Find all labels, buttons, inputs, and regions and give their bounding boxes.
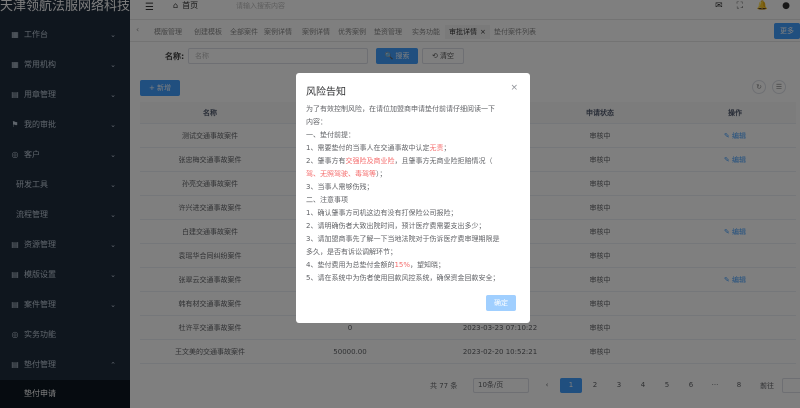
- notice-text: 2、请明确伤者大致出院时间，预计医疗费需要支出多少；: [306, 222, 486, 230]
- notice-line: 3、请加盟商事先了解一下当地法院对于伤诉医疗费审理期限是: [306, 233, 522, 246]
- highlight-text: 无责: [429, 144, 444, 152]
- notice-text: 1、需要垫付的当事人在交通事故中认定: [306, 144, 430, 152]
- notice-text: ，望知晓；: [410, 261, 446, 269]
- notice-line: 多久，是否有诉讼调解环节；: [306, 246, 522, 259]
- notice-text: 2、肇事方有: [306, 157, 346, 165]
- notice-text: 3、请加盟商事先了解一下当地法院对于伤诉医疗费审理期限是: [306, 235, 500, 243]
- notice-line: 驾、无照驾驶、毒驾等）；: [306, 168, 522, 181]
- notice-line: 内容：: [306, 116, 522, 129]
- notice-text: 5、请在系统中为伤者使用回款风控系统，确保资金回款安全；: [306, 274, 500, 282]
- highlight-text: 驾、无照驾驶、毒驾等: [306, 170, 376, 178]
- notice-text: 多久，是否有诉讼调解环节；: [306, 248, 397, 256]
- notice-text: 内容：: [306, 118, 327, 126]
- confirm-button[interactable]: 确定: [486, 295, 516, 311]
- notice-line: 1、需要垫付的当事人在交通事故中认定无责；: [306, 142, 522, 155]
- highlight-text: 交强险及商业险: [345, 157, 395, 165]
- notice-text: 1、确认肇事方司机这边有没有打保险公司报险；: [306, 209, 458, 217]
- notice-text: ，且肇事方无商业险拒赔情况（: [394, 157, 493, 165]
- notice-text: 二、注意事项: [306, 196, 348, 204]
- notice-text: ）；: [376, 170, 387, 178]
- notice-line: 5、请在系统中为伤者使用回款风控系统，确保资金回款安全；: [306, 272, 522, 285]
- notice-line: 4、垫付费用为总垫付金额的15%，望知晓；: [306, 259, 522, 272]
- notice-line: 二、注意事项: [306, 194, 522, 207]
- dialog-body: 为了有效控制风险，在请位加盟商申请垫付前请仔细阅读一下 内容： 一、垫付前提： 1、需…: [306, 103, 522, 285]
- notice-text: 3、当事人需够伤残；: [306, 183, 374, 191]
- notice-line: 2、肇事方有交强险及商业险，且肇事方无商业险拒赔情况（: [306, 155, 522, 168]
- dialog-title: 风险告知: [306, 87, 346, 98]
- highlight-text: 15%: [394, 261, 411, 269]
- notice-text: ；: [443, 144, 451, 152]
- notice-line: 为了有效控制风险，在请位加盟商申请垫付前请仔细阅读一下: [306, 103, 522, 116]
- notice-line: 2、请明确伤者大致出院时间，预计医疗费需要支出多少；: [306, 220, 522, 233]
- notice-text: 一、垫付前提：: [306, 131, 355, 139]
- notice-text: 4、垫付费用为总垫付金额的: [306, 261, 395, 269]
- notice-line: 1、确认肇事方司机这边有没有打保险公司报险；: [306, 207, 522, 220]
- notice-line: 一、垫付前提：: [306, 129, 522, 142]
- risk-notice-dialog: 风险告知 × 为了有效控制风险，在请位加盟商申请垫付前请仔细阅读一下 内容： 一、垫…: [296, 73, 530, 323]
- close-icon[interactable]: ×: [510, 83, 518, 93]
- notice-text: 为了有效控制风险，在请位加盟商申请垫付前请仔细阅读一下: [306, 105, 495, 113]
- notice-line: 3、当事人需够伤残；: [306, 181, 522, 194]
